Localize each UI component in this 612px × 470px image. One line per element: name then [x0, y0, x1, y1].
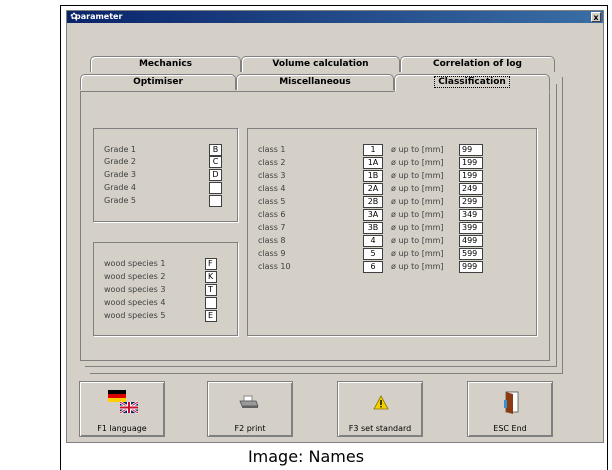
class-7-diameter-field[interactable]: 399: [459, 222, 483, 234]
class-3-upto-label: ø up to [mm]: [391, 171, 444, 180]
class-5-label: class 5: [258, 197, 286, 206]
class-10-code-field[interactable]: 6: [363, 261, 383, 273]
class-5-upto-label: ø up to [mm]: [391, 197, 444, 206]
tab-optimiser-label: Optimiser: [133, 77, 183, 87]
language-button-label: F1 language: [97, 424, 147, 433]
grade-1-label: Grade 1: [104, 145, 137, 154]
wood-species-4-field[interactable]: [205, 297, 217, 309]
class-5-diameter-field[interactable]: 299: [459, 196, 483, 208]
class-1-code-field[interactable]: 1: [363, 144, 383, 156]
set-standard-button-label: F3 set standard: [348, 424, 412, 433]
class-1-upto-label: ø up to [mm]: [391, 145, 444, 154]
wood-species-1-field[interactable]: F: [205, 258, 217, 270]
class-10-upto-label: ø up to [mm]: [391, 262, 444, 271]
tab-mechanics-label: Mechanics: [138, 59, 193, 69]
class-4-code-field[interactable]: 2A: [363, 183, 383, 195]
class-7-label: class 7: [258, 223, 286, 232]
class-6-label: class 6: [258, 210, 286, 219]
language-flags-icon: [80, 390, 164, 415]
tab-classification[interactable]: Classification: [394, 74, 550, 92]
grade-5-label: Grade 5: [104, 196, 137, 205]
class-8-code-field[interactable]: 4: [363, 235, 383, 247]
wood-species-3-label: wood species 3: [104, 285, 166, 294]
grade-3-field[interactable]: D: [209, 169, 222, 181]
title-bar: ✿ parameter x: [67, 11, 603, 23]
classification-panel: Grade 1 B Grade 2 C Grade 3 D Grade 4 Gr…: [80, 91, 550, 361]
class-4-label: class 4: [258, 184, 286, 193]
wood-species-5-field[interactable]: E: [205, 310, 217, 322]
class-6-upto-label: ø up to [mm]: [391, 210, 444, 219]
wood-species-3-field[interactable]: T: [205, 284, 217, 296]
tab-correlation-of-log[interactable]: Correlation of log: [400, 56, 555, 72]
tab-correlation-of-log-label: Correlation of log: [433, 59, 522, 69]
grade-1-field[interactable]: B: [209, 144, 222, 156]
tab-volume-calculation[interactable]: Volume calculation: [241, 56, 400, 72]
class-7-code-field[interactable]: 3B: [363, 222, 383, 234]
end-button-label: ESC End: [493, 424, 527, 433]
tab-volume-calculation-label: Volume calculation: [272, 59, 369, 69]
class-1-label: class 1: [258, 145, 286, 154]
wood-species-2-field[interactable]: K: [205, 271, 217, 283]
end-button[interactable]: ESC End: [467, 381, 553, 437]
grade-2-label: Grade 2: [104, 157, 137, 166]
window-title: parameter: [75, 12, 123, 21]
exit-door-icon: [468, 390, 552, 414]
grade-4-field[interactable]: [209, 182, 222, 194]
language-button[interactable]: F1 language: [79, 381, 165, 437]
wood-species-5-label: wood species 5: [104, 311, 166, 320]
tab-miscellaneous-label: Miscellaneous: [279, 77, 351, 87]
tab-optimiser[interactable]: Optimiser: [80, 74, 236, 90]
class-8-upto-label: ø up to [mm]: [391, 236, 444, 245]
class-9-label: class 9: [258, 249, 286, 258]
grade-2-field[interactable]: C: [209, 156, 222, 168]
print-button[interactable]: F2 print: [207, 381, 293, 437]
class-9-upto-label: ø up to [mm]: [391, 249, 444, 258]
class-7-upto-label: ø up to [mm]: [391, 223, 444, 232]
grade-5-field[interactable]: [209, 195, 222, 207]
class-2-upto-label: ø up to [mm]: [391, 158, 444, 167]
class-9-diameter-field[interactable]: 599: [459, 248, 483, 260]
image-caption: Image: Names: [247, 447, 365, 466]
class-4-upto-label: ø up to [mm]: [391, 184, 444, 193]
class-10-label: class 10: [258, 262, 291, 271]
class-3-diameter-field[interactable]: 199: [459, 170, 483, 182]
print-button-label: F2 print: [234, 424, 266, 433]
grade-3-label: Grade 3: [104, 170, 137, 179]
class-2-diameter-field[interactable]: 199: [459, 157, 483, 169]
warning-icon: [338, 390, 422, 412]
tab-classification-label: Classification: [434, 76, 510, 88]
wood-species-4-label: wood species 4: [104, 298, 166, 307]
class-10-diameter-field[interactable]: 999: [459, 261, 483, 273]
class-3-label: class 3: [258, 171, 286, 180]
class-8-label: class 8: [258, 236, 286, 245]
class-4-diameter-field[interactable]: 249: [459, 183, 483, 195]
class-2-label: class 2: [258, 158, 286, 167]
printer-icon: [208, 390, 292, 412]
class-6-code-field[interactable]: 3A: [363, 209, 383, 221]
wood-species-2-label: wood species 2: [104, 272, 166, 281]
class-9-code-field[interactable]: 5: [363, 248, 383, 260]
grade-4-label: Grade 4: [104, 183, 137, 192]
tab-miscellaneous[interactable]: Miscellaneous: [236, 74, 394, 90]
wood-species-1-label: wood species 1: [104, 259, 166, 268]
class-6-diameter-field[interactable]: 349: [459, 209, 483, 221]
class-3-code-field[interactable]: 1B: [363, 170, 383, 182]
close-button[interactable]: x: [591, 12, 601, 22]
class-5-code-field[interactable]: 2B: [363, 196, 383, 208]
class-2-code-field[interactable]: 1A: [363, 157, 383, 169]
class-8-diameter-field[interactable]: 499: [459, 235, 483, 247]
tab-mechanics[interactable]: Mechanics: [90, 56, 241, 72]
parameter-window: ✿ parameter x Mechanics Volume calculati…: [66, 10, 604, 443]
class-1-diameter-field[interactable]: 99: [459, 144, 483, 156]
set-standard-button[interactable]: F3 set standard: [337, 381, 423, 437]
